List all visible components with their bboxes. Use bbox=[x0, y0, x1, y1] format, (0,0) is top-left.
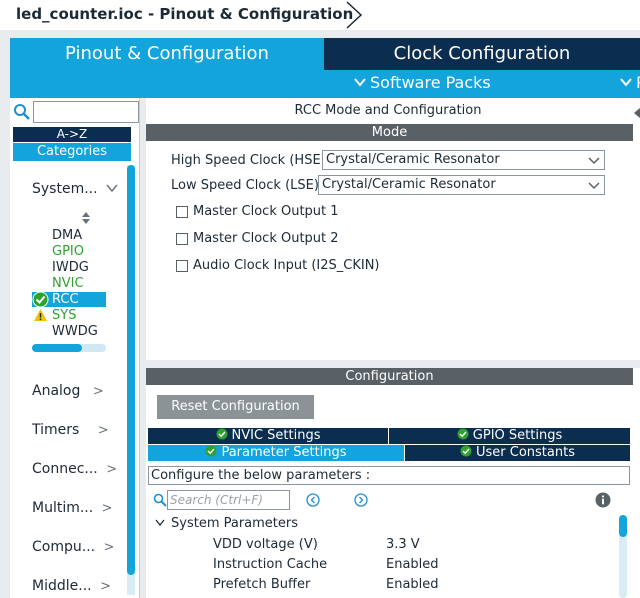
tab-user-constants[interactable]: User Constants bbox=[405, 445, 630, 461]
chevron-down-icon bbox=[620, 78, 632, 87]
check-circle-icon bbox=[32, 291, 49, 308]
param-value[interactable]: Enabled bbox=[386, 557, 439, 572]
group-analog[interactable]: Analog > bbox=[32, 383, 104, 399]
group-label: Compu... bbox=[32, 539, 96, 555]
check-circle-icon bbox=[205, 445, 217, 457]
peripheral-iwdg[interactable]: IWDG bbox=[52, 260, 89, 275]
warning-icon bbox=[34, 309, 47, 321]
group-label: System... bbox=[32, 181, 98, 197]
group-connectivity[interactable]: Connec... > bbox=[32, 461, 117, 477]
chevron-down-icon bbox=[106, 184, 118, 193]
param-name: Prefetch Buffer bbox=[213, 577, 311, 592]
next-result-icon[interactable] bbox=[354, 493, 368, 507]
chevron-down-icon bbox=[155, 519, 165, 527]
hse-label: High Speed Clock (HSE) bbox=[171, 153, 326, 168]
mco2-checkbox[interactable] bbox=[176, 233, 188, 245]
panel-separator[interactable] bbox=[146, 360, 640, 368]
group-label: System Parameters bbox=[171, 516, 299, 531]
category-search-input[interactable] bbox=[33, 101, 139, 123]
lse-select[interactable]: Crystal/Ceramic Resonator bbox=[318, 175, 605, 195]
tab-label: Parameter Settings bbox=[221, 445, 347, 460]
chevron-right-icon: > bbox=[106, 462, 118, 477]
chevron-right-icon: > bbox=[97, 423, 109, 438]
hse-select[interactable]: Crystal/Ceramic Resonator bbox=[322, 150, 605, 170]
breadcrumb-chevron-icon bbox=[346, 1, 363, 29]
lse-label: Low Speed Clock (LSE) bbox=[171, 178, 319, 193]
check-circle-icon bbox=[216, 428, 227, 440]
sort-az-button[interactable]: A->Z bbox=[13, 127, 131, 142]
tab-label: GPIO Settings bbox=[472, 428, 563, 443]
vertical-scrollbar-thumb[interactable] bbox=[127, 165, 135, 575]
peripheral-sys[interactable]: SYS bbox=[52, 308, 76, 323]
chevron-down-icon bbox=[354, 78, 366, 87]
group-label: Analog bbox=[32, 383, 81, 399]
group-timers[interactable]: Timers > bbox=[32, 422, 109, 438]
audio-clock-label: Audio Clock Input (I2S_CKIN) bbox=[193, 258, 380, 273]
group-label: Timers bbox=[32, 422, 80, 438]
peripheral-rcc[interactable]: RCC bbox=[52, 292, 79, 307]
hse-select-value: Crystal/Ceramic Resonator bbox=[326, 152, 500, 167]
peripheral-nvic[interactable]: NVIC bbox=[52, 276, 84, 291]
audio-clock-checkbox[interactable] bbox=[176, 260, 188, 272]
tab-nvic-settings[interactable]: NVIC Settings bbox=[148, 428, 388, 444]
chevron-right-icon: > bbox=[103, 540, 115, 555]
mco1-checkbox[interactable] bbox=[176, 206, 188, 218]
sub-menu-bar: Software Packs P bbox=[10, 70, 640, 98]
software-packs-label: Software Packs bbox=[370, 73, 491, 92]
group-label: Connec... bbox=[32, 461, 98, 477]
group-computing[interactable]: Compu... > bbox=[32, 539, 114, 555]
horizontal-scrollbar-thumb[interactable] bbox=[32, 344, 82, 352]
categories-button[interactable]: Categories bbox=[13, 143, 131, 161]
pinout-menu-label: P bbox=[636, 73, 640, 92]
search-icon bbox=[14, 104, 30, 120]
chevron-right-icon: > bbox=[100, 579, 111, 594]
software-packs-menu[interactable]: Software Packs bbox=[354, 73, 491, 92]
param-value[interactable]: 3.3 V bbox=[386, 537, 420, 552]
instruction-text: Configure the below parameters : bbox=[148, 466, 630, 485]
chevron-down-icon bbox=[588, 157, 600, 165]
parameter-scrollbar-thumb[interactable] bbox=[619, 515, 627, 537]
sort-arrows-icon[interactable] bbox=[81, 211, 91, 225]
group-multimedia[interactable]: Multim... > bbox=[32, 500, 113, 516]
tab-parameter-settings[interactable]: Parameter Settings bbox=[148, 445, 404, 461]
param-name: Instruction Cache bbox=[213, 557, 328, 572]
pinout-menu-truncated[interactable]: P bbox=[620, 73, 640, 92]
chevron-right-icon: > bbox=[92, 384, 104, 399]
group-label: Multim... bbox=[32, 500, 94, 516]
param-value[interactable]: Enabled bbox=[386, 577, 439, 592]
chevron-right-icon: > bbox=[101, 501, 113, 516]
peripheral-gpio[interactable]: GPIO bbox=[52, 244, 84, 259]
group-label: Middle... bbox=[32, 578, 92, 594]
info-icon[interactable] bbox=[595, 492, 611, 508]
check-circle-icon bbox=[457, 428, 469, 440]
group-middleware[interactable]: Middle... > bbox=[32, 578, 111, 594]
group-system-core[interactable]: System... bbox=[32, 181, 118, 197]
tab-label: User Constants bbox=[476, 445, 575, 460]
mode-section-header: Mode bbox=[146, 124, 633, 141]
previous-result-icon[interactable] bbox=[306, 493, 320, 507]
param-name: VDD voltage (V) bbox=[213, 537, 318, 552]
chevron-down-icon bbox=[588, 182, 600, 190]
configuration-section-header: Configuration bbox=[146, 368, 633, 385]
parameter-search-input[interactable]: Search (Ctrl+F) bbox=[167, 490, 290, 510]
mco2-label: Master Clock Output 2 bbox=[193, 231, 339, 246]
tab-pinout-configuration[interactable]: Pinout & Configuration bbox=[10, 38, 324, 70]
check-circle-icon bbox=[460, 445, 472, 457]
peripheral-wwdg[interactable]: WWDG bbox=[52, 324, 98, 339]
peripheral-dma[interactable]: DMA bbox=[52, 228, 82, 243]
tab-clock-configuration[interactable]: Clock Configuration bbox=[324, 38, 640, 70]
breadcrumb-title: led_counter.ioc - Pinout & Configuration bbox=[16, 5, 354, 23]
collapse-arrow-icon[interactable] bbox=[633, 98, 640, 128]
panel-title: RCC Mode and Configuration bbox=[294, 103, 482, 118]
mco1-label: Master Clock Output 1 bbox=[193, 204, 339, 219]
system-parameters-group[interactable]: System Parameters bbox=[155, 516, 298, 531]
search-icon bbox=[153, 493, 167, 507]
reset-configuration-button[interactable]: Reset Configuration bbox=[157, 395, 314, 419]
lse-select-value: Crystal/Ceramic Resonator bbox=[322, 177, 496, 192]
title-bar: led_counter.ioc - Pinout & Configuration bbox=[0, 0, 640, 30]
tab-label: NVIC Settings bbox=[231, 428, 321, 443]
tab-gpio-settings[interactable]: GPIO Settings bbox=[389, 428, 630, 444]
